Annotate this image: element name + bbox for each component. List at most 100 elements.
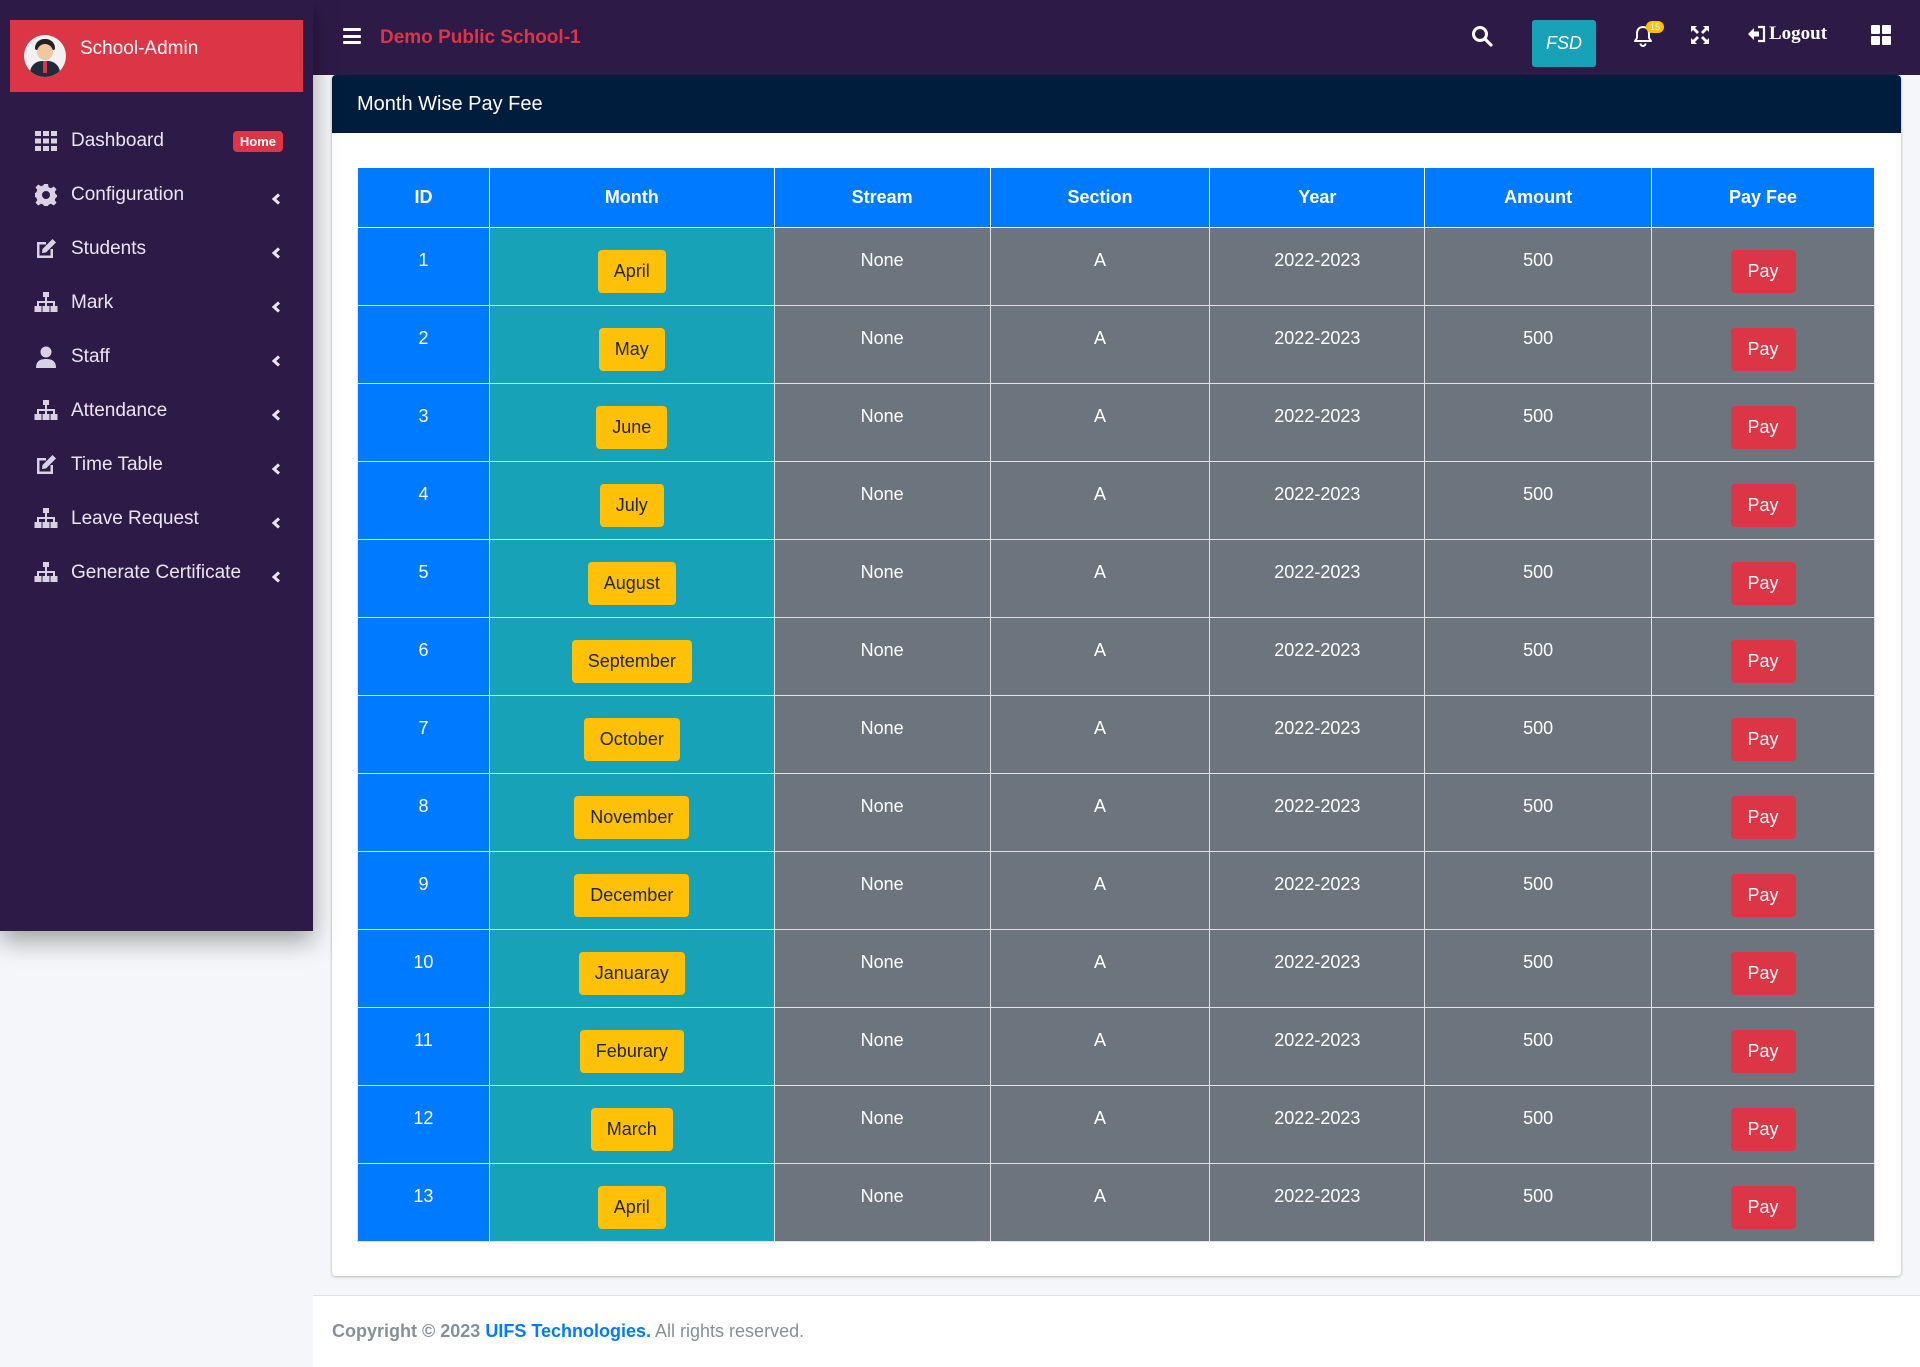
- apps-grid-icon[interactable]: [1871, 25, 1891, 45]
- table-row: 10 Januaray None A 2022-2023 500 Pay: [357, 929, 1875, 1008]
- chevron-left-icon: [271, 297, 283, 313]
- cell-stream: None: [773, 227, 991, 306]
- month-button[interactable]: March: [590, 1108, 673, 1151]
- sidebar-item-label: Time Table: [71, 454, 163, 475]
- column-header-year: Year: [1209, 167, 1426, 228]
- pay-button[interactable]: Pay: [1730, 1030, 1796, 1073]
- pay-button-cell: Pay: [1651, 461, 1875, 540]
- pay-button[interactable]: Pay: [1730, 1108, 1796, 1151]
- pay-button[interactable]: Pay: [1730, 1186, 1796, 1229]
- pay-button[interactable]: Pay: [1730, 406, 1796, 449]
- sidebar-item-mark[interactable]: Mark: [0, 276, 313, 330]
- sidebar-item-dashboard[interactable]: Dashboard Home: [0, 114, 313, 168]
- sidebar-item-time-table[interactable]: Time Table: [0, 438, 313, 492]
- rights-text: All rights reserved.: [655, 1321, 805, 1341]
- month-button[interactable]: April: [597, 250, 666, 293]
- table-row: 3 June None A 2022-2023 500 Pay: [357, 383, 1875, 462]
- pay-button[interactable]: Pay: [1730, 484, 1796, 527]
- pay-button[interactable]: Pay: [1730, 952, 1796, 995]
- grid-icon: [34, 129, 58, 153]
- cell-year: 2022-2023: [1209, 617, 1426, 696]
- month-button[interactable]: Feburary: [579, 1030, 684, 1073]
- pay-button[interactable]: Pay: [1730, 250, 1796, 293]
- chevron-left-icon: [271, 243, 283, 259]
- pay-button[interactable]: Pay: [1730, 562, 1796, 605]
- sidebar-item-label: Mark: [71, 292, 114, 313]
- sidebar-item-label: Dashboard: [71, 130, 164, 151]
- pay-button-cell: Pay: [1651, 929, 1875, 1008]
- cell-year: 2022-2023: [1209, 305, 1426, 384]
- cell-stream: None: [773, 929, 991, 1008]
- cell-id: 9: [357, 851, 490, 930]
- fsd-button[interactable]: FSD: [1532, 20, 1596, 67]
- month-button[interactable]: September: [571, 640, 692, 683]
- sidebar-item-students[interactable]: Students: [0, 222, 313, 276]
- cell-section: A: [989, 695, 1211, 774]
- sitemap-icon: [34, 291, 58, 315]
- cell-id: 6: [357, 617, 490, 696]
- cell-section: A: [989, 929, 1211, 1008]
- pay-button-cell: Pay: [1651, 695, 1875, 774]
- pay-button[interactable]: Pay: [1730, 718, 1796, 761]
- cell-year: 2022-2023: [1209, 929, 1426, 1008]
- brand-link[interactable]: School-Admin: [10, 20, 303, 92]
- pay-button[interactable]: Pay: [1730, 640, 1796, 683]
- pay-button[interactable]: Pay: [1730, 796, 1796, 839]
- pay-button[interactable]: Pay: [1730, 328, 1796, 371]
- cell-year: 2022-2023: [1209, 1163, 1426, 1242]
- cell-amount: 500: [1424, 383, 1653, 462]
- month-button-cell: May: [488, 305, 775, 384]
- cell-id: 2: [357, 305, 490, 384]
- pay-button-cell: Pay: [1651, 383, 1875, 462]
- pay-button[interactable]: Pay: [1730, 874, 1796, 917]
- top-navbar: Demo Public School-1 FSD 15 Logout: [313, 0, 1920, 75]
- month-button[interactable]: December: [574, 874, 690, 917]
- month-button[interactable]: Januaray: [578, 952, 685, 995]
- menu-toggle-icon[interactable]: [343, 28, 361, 44]
- month-button[interactable]: May: [598, 328, 665, 371]
- month-button[interactable]: June: [596, 406, 668, 449]
- cell-year: 2022-2023: [1209, 461, 1426, 540]
- cell-amount: 500: [1424, 461, 1653, 540]
- pay-button-cell: Pay: [1651, 1163, 1875, 1242]
- month-button[interactable]: August: [587, 562, 676, 605]
- footer: Copyright © 2023 UIFS Technologies. All …: [313, 1295, 1920, 1367]
- sidebar-item-attendance[interactable]: Attendance: [0, 384, 313, 438]
- cell-year: 2022-2023: [1209, 539, 1426, 618]
- cell-id: 4: [357, 461, 490, 540]
- cell-stream: None: [773, 1163, 991, 1242]
- cell-section: A: [989, 383, 1211, 462]
- pay-button-cell: Pay: [1651, 617, 1875, 696]
- sidebar-item-leave-request[interactable]: Leave Request: [0, 492, 313, 546]
- month-button[interactable]: October: [583, 718, 680, 761]
- month-button-cell: March: [488, 1085, 775, 1164]
- fullscreen-icon[interactable]: [1689, 24, 1711, 46]
- sidebar-item-generate-certificate[interactable]: Generate Certificate: [0, 546, 313, 600]
- month-button[interactable]: April: [597, 1186, 666, 1229]
- logout-button[interactable]: Logout: [1747, 23, 1827, 45]
- chevron-left-icon: [271, 405, 283, 421]
- sidebar-item-staff[interactable]: Staff: [0, 330, 313, 384]
- column-header-stream: Stream: [773, 167, 991, 228]
- cell-amount: 500: [1424, 695, 1653, 774]
- cell-id: 7: [357, 695, 490, 774]
- cell-amount: 500: [1424, 1163, 1653, 1242]
- company-link[interactable]: UIFS Technologies.: [485, 1321, 651, 1341]
- sitemap-icon: [34, 561, 58, 585]
- cell-id: 3: [357, 383, 490, 462]
- cell-amount: 500: [1424, 1007, 1653, 1086]
- cell-id: 8: [357, 773, 490, 852]
- cell-id: 5: [357, 539, 490, 618]
- cell-stream: None: [773, 461, 991, 540]
- sidebar-item-configuration[interactable]: Configuration: [0, 168, 313, 222]
- sidebar: School-Admin Dashboard Home Configuration S…: [0, 0, 313, 931]
- cell-stream: None: [773, 695, 991, 774]
- school-name[interactable]: Demo Public School-1: [380, 27, 581, 49]
- search-icon[interactable]: [1470, 24, 1494, 48]
- month-button[interactable]: November: [574, 796, 690, 839]
- notification-badge: 15: [1646, 21, 1665, 33]
- month-button-cell: July: [488, 461, 775, 540]
- cell-section: A: [989, 773, 1211, 852]
- table-row: 4 July None A 2022-2023 500 Pay: [357, 461, 1875, 540]
- month-button[interactable]: July: [599, 484, 664, 527]
